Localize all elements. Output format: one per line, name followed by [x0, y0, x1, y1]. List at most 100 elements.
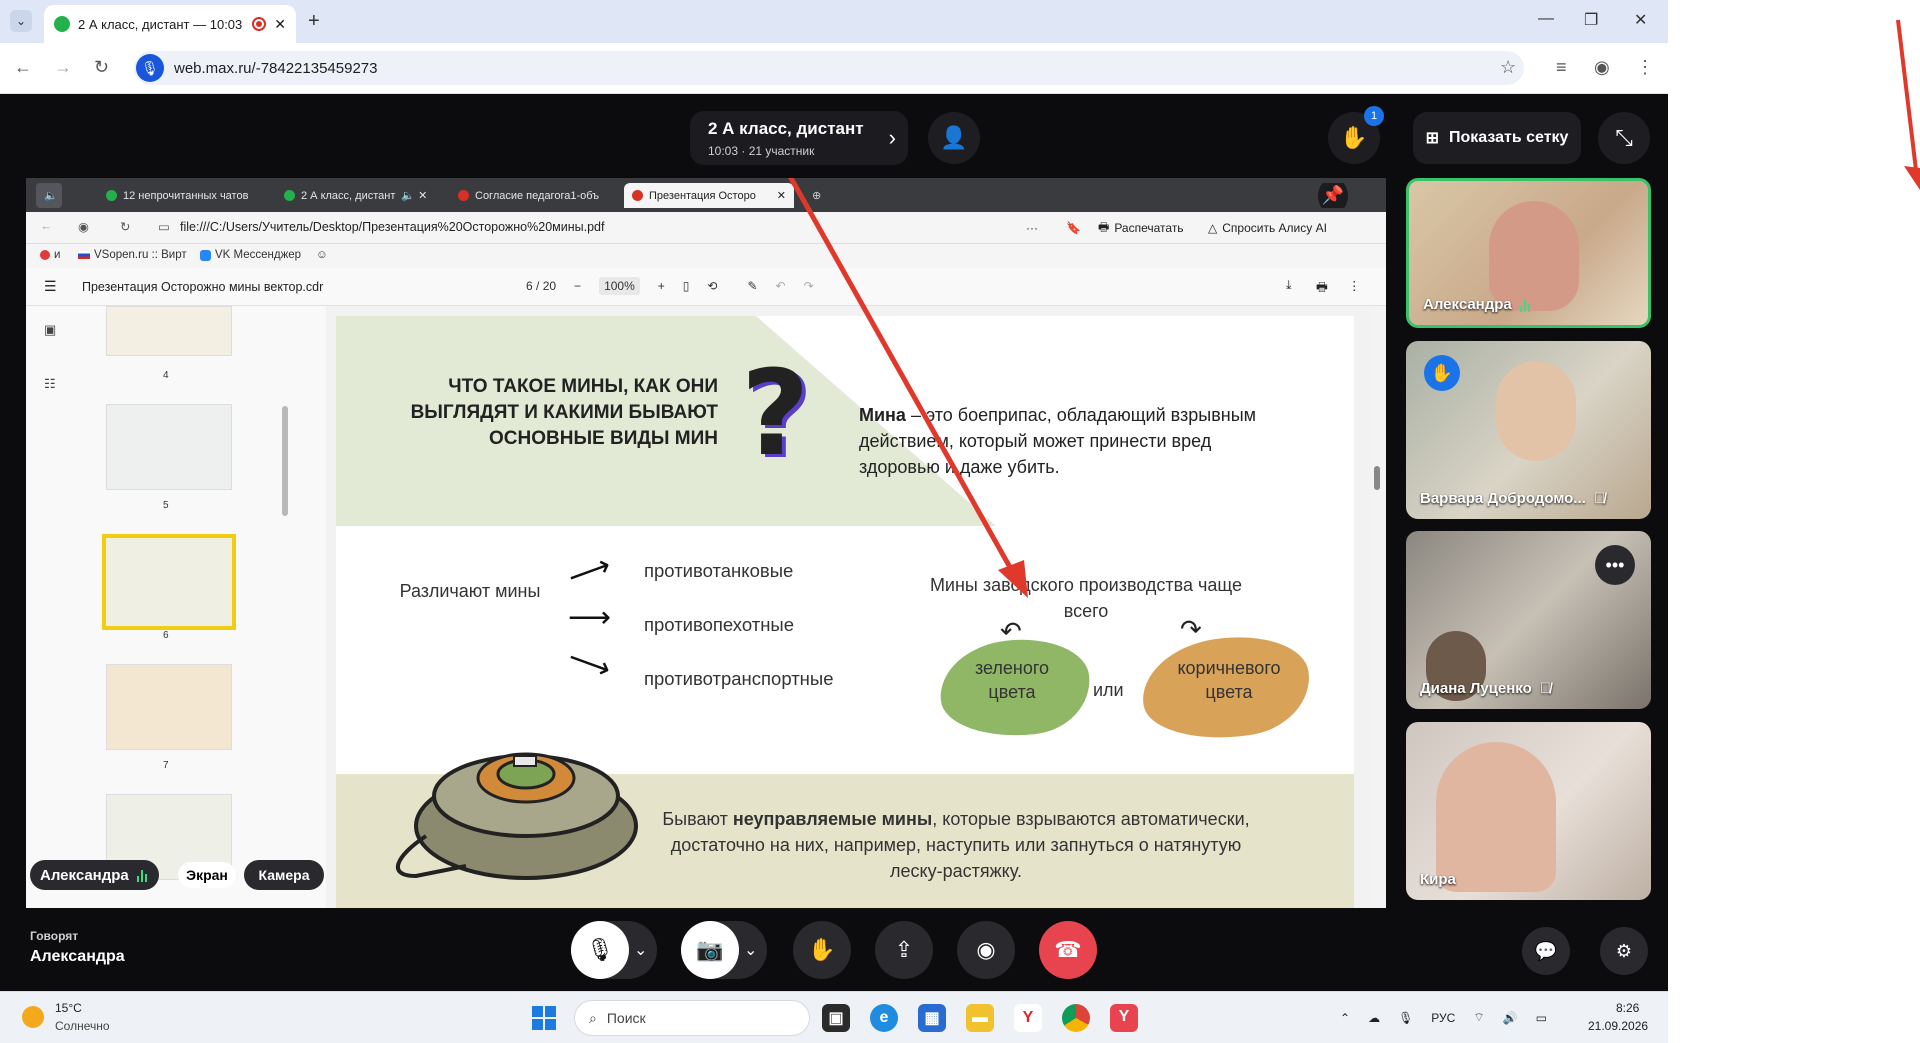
screen: ⌄ 2 А класс, дистант — 10:03 ✕ + — ❐ ✕ ←… [0, 0, 1920, 1043]
speaking-icon [136, 868, 149, 882]
search-placeholder: Поиск [606, 1010, 646, 1026]
add-user-icon: 👤 [940, 125, 968, 150]
clock-date[interactable]: 21.09.2026 [1588, 1019, 1648, 1033]
shared-screen: 🔈 12 непрочитанных чатов 2 А класс, дист… [26, 178, 1386, 908]
system-tray: ⌃ ☁ 🎙 РУС ⌔ 🔊 ▭ [1340, 1010, 1547, 1025]
minimize-icon[interactable]: — [1538, 10, 1554, 28]
call-title: 2 А класс, дистант [708, 119, 864, 138]
mic-options-chevron-icon[interactable]: ⌄ [634, 940, 647, 960]
max-app-icon [54, 16, 70, 32]
store-icon[interactable]: ▦ [918, 1004, 946, 1032]
show-grid-label: Показать сетку [1448, 129, 1569, 146]
settings-button[interactable]: ⚙ [1600, 927, 1648, 975]
mic-icon[interactable]: 🎙 [1398, 1011, 1413, 1025]
url-field[interactable]: web.max.ru/-78422135459273 [134, 51, 1524, 85]
mic-off-icon: 🎙̸ [1539, 680, 1552, 697]
participant-name: Диана Луценко 🎙̸ [1420, 680, 1552, 697]
share-screen-button[interactable]: ⇪ [875, 921, 933, 979]
mic-off-icon: 🎙̸ [1593, 490, 1606, 507]
chevron-right-icon: › [888, 125, 896, 150]
chat-icon: 💬 [1534, 940, 1558, 961]
url-text: web.max.ru/-78422135459273 [174, 59, 378, 77]
battery-icon[interactable]: ▭ [1536, 1011, 1547, 1025]
speaking-label: Говорят [30, 929, 79, 943]
task-view-icon[interactable]: ▣ [822, 1004, 850, 1032]
annotation-arrow [788, 178, 1028, 598]
forward-icon[interactable]: → [54, 57, 72, 78]
end-call-button[interactable]: ☎ [1039, 921, 1097, 979]
start-icon[interactable] [532, 1006, 556, 1030]
browser-menu-icon[interactable]: ⋮ [1636, 57, 1654, 78]
browser-tab-active[interactable]: 2 А класс, дистант — 10:03 ✕ [44, 5, 296, 43]
tab-close-icon[interactable]: ✕ [274, 16, 286, 33]
new-tab-button[interactable]: + [308, 10, 320, 33]
camera-off-icon: 📷 [696, 937, 724, 962]
sun-icon [22, 1006, 44, 1028]
gear-icon: ⚙ [1615, 940, 1633, 961]
call-info-pill[interactable]: 2 А класс, дистант 10:03 · 21 участник › [690, 111, 908, 165]
more-options-icon[interactable]: ••• [1595, 545, 1635, 585]
wifi-icon[interactable]: ⌔ [1473, 1010, 1484, 1025]
network-app-icon[interactable]: ☁ [1368, 1011, 1380, 1025]
camera-options-chevron-icon[interactable]: ⌄ [744, 940, 757, 960]
hand-raised-icon: ✋ [1424, 355, 1460, 391]
chat-button[interactable]: 💬 [1522, 927, 1570, 975]
back-icon[interactable]: ← [14, 57, 32, 78]
clock-time[interactable]: 8:26 [1616, 1001, 1639, 1015]
language-indicator[interactable]: РУС [1431, 1011, 1455, 1025]
show-grid-button[interactable]: ⊞ Показать сетку [1413, 112, 1581, 164]
reload-icon[interactable]: ↻ [94, 57, 109, 78]
participant-tile[interactable]: Кира [1406, 722, 1651, 900]
annotation-arrow-edge [1896, 19, 1920, 190]
yandex-icon[interactable]: Y [1014, 1004, 1042, 1032]
add-participant-button[interactable]: 👤 [928, 112, 980, 164]
speaking-icon [1519, 298, 1532, 312]
weather-temperature: 15°C [55, 1001, 82, 1015]
taskbar-search[interactable]: ⌕ Поиск [574, 1000, 810, 1036]
camera-source-toggle[interactable]: Камера [244, 860, 324, 890]
screen-share-icon: ⇪ [894, 937, 914, 962]
participant-name: Варвара Добродомо... 🎙̸ [1420, 490, 1606, 507]
raised-hands-badge: 1 [1364, 106, 1384, 126]
hand-icon: ✋ [808, 937, 836, 962]
browser-tab-bar: ⌄ 2 А класс, дистант — 10:03 ✕ + — ❐ ✕ [0, 0, 1668, 43]
yandex-browser-icon[interactable]: Y [1110, 1004, 1138, 1032]
edge-icon[interactable]: e [870, 1004, 898, 1032]
camera-toggle-button[interactable]: 📷 [681, 921, 739, 979]
speaking-name: Александра [30, 948, 125, 965]
mic-toggle-button[interactable]: 🎙 [571, 921, 629, 979]
restore-icon[interactable]: ❐ [1584, 10, 1598, 30]
windows-taskbar: 15°C Солнечно ⌕ Поиск ▣ e ▦ ▬ Y Y ⌃ ☁ 🎙 … [0, 991, 1668, 1043]
screen-source-toggle[interactable]: Экран [178, 862, 236, 888]
tab-list-button[interactable]: ⌄ [10, 10, 32, 32]
chrome-icon[interactable] [1062, 1004, 1090, 1032]
record-button[interactable]: ◉ [957, 921, 1015, 979]
participant-tile[interactable]: Александра [1406, 178, 1651, 328]
hand-icon: ✋ [1340, 125, 1368, 150]
grid-icon: ⊞ [1425, 130, 1439, 147]
participant-name: Кира [1420, 871, 1456, 888]
call-surface: 2 А класс, дистант 10:03 · 21 участник ›… [0, 94, 1668, 991]
collapse-icon: ⤡ [1615, 125, 1633, 150]
collapse-button[interactable]: ⤡ [1598, 112, 1650, 164]
hang-up-icon: ☎ [1054, 937, 1082, 962]
bookmark-star-icon[interactable]: ☆ [1500, 57, 1516, 78]
weather-description: Солнечно [55, 1019, 110, 1033]
outer-margin [1668, 0, 1920, 1043]
mic-off-icon: 🎙 [586, 937, 614, 962]
search-icon: ⌕ [589, 1009, 597, 1026]
participant-name: Александра [1423, 296, 1532, 313]
file-explorer-icon[interactable]: ▬ [966, 1004, 994, 1032]
recording-icon [252, 17, 267, 31]
tab-title: 2 А класс, дистант — 10:03 [78, 16, 243, 32]
participant-tile[interactable]: ✋ Варвара Добродомо... 🎙̸ [1406, 341, 1651, 519]
mic-permission-icon[interactable]: 🎙 [136, 54, 164, 82]
close-window-icon[interactable]: ✕ [1634, 10, 1647, 30]
volume-icon[interactable]: 🔊 [1503, 1011, 1518, 1025]
media-control-icon[interactable]: ≡ [1556, 57, 1567, 78]
participant-tile[interactable]: ••• Диана Луценко 🎙̸ [1406, 531, 1651, 709]
raise-hand-button[interactable]: ✋ [793, 921, 851, 979]
chevron-up-icon[interactable]: ⌃ [1340, 1011, 1350, 1025]
profile-icon[interactable]: ◉ [1594, 57, 1610, 78]
record-icon: ◉ [976, 937, 996, 962]
